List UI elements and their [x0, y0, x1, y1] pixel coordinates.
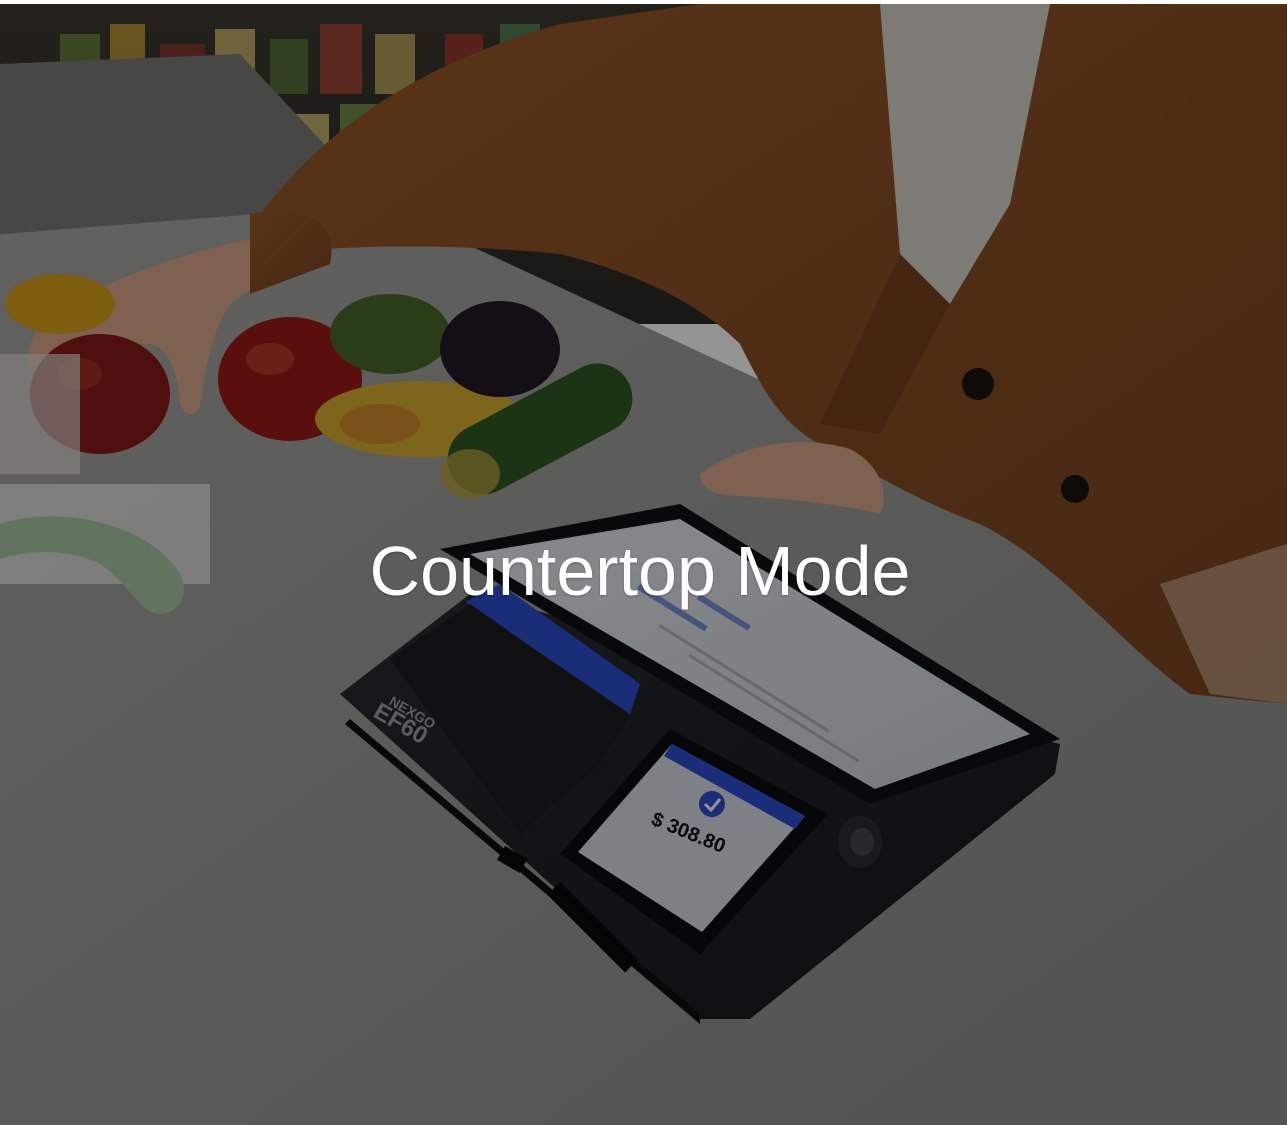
hero-banner: $ 308.80 NEXGO EF60 Countertop Mode	[0, 4, 1287, 1125]
dark-overlay	[0, 4, 1287, 1125]
hero-photo: $ 308.80 NEXGO EF60	[0, 4, 1287, 1125]
